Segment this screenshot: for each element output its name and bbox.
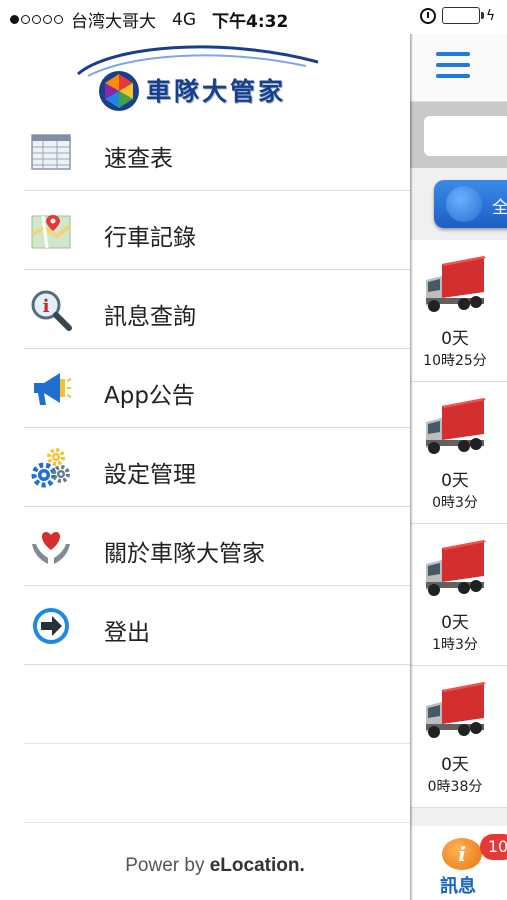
menu-item-label: 關於車隊大管家 (104, 541, 265, 567)
menu-item-quick-lookup[interactable]: 速查表 (0, 112, 410, 191)
gears-icon (30, 447, 72, 489)
messages-tab-label: 訊息 (440, 876, 476, 897)
magnifier-info-icon: i (30, 289, 72, 331)
powered-by-footer: Power by eLocation. (0, 855, 430, 877)
menu-item-label: 行車記錄 (104, 225, 196, 251)
menu-item-settings[interactable]: 設定管理 (0, 428, 410, 507)
hamburger-menu-icon[interactable] (436, 52, 470, 85)
info-bubble-icon: i (442, 838, 482, 870)
menu-item-about[interactable]: 關於車隊大管家 (0, 507, 410, 586)
truck-icon (426, 682, 486, 738)
drawer-shadow (410, 0, 413, 900)
clock: 下午4:32 (212, 12, 289, 32)
drawer-menu: 速查表 行車記錄 i 訊息查詢 App公告 設定管理 關於車隊大管家 登出 (0, 112, 410, 823)
svg-text:i: i (43, 296, 50, 317)
charging-icon: ϟ (486, 7, 496, 24)
search-input[interactable] (424, 116, 507, 156)
menu-item-label: 訊息查詢 (104, 304, 196, 330)
truck-icon (426, 540, 486, 596)
status-right: ϟ (420, 7, 495, 24)
vehicle-days: 0天 (441, 755, 469, 775)
panel-header (410, 34, 507, 102)
vehicle-duration: 1時3分 (432, 637, 478, 653)
logout-icon (30, 605, 72, 647)
side-drawer: 車隊大管家 速查表 行車記錄 i 訊息查詢 App公告 設定管理 關於車隊大管家… (0, 0, 410, 900)
show-all-button[interactable]: 全 (434, 180, 507, 228)
menu-divider-row (0, 665, 410, 744)
vehicle-duration: 0時38分 (427, 779, 483, 795)
megaphone-icon (30, 368, 72, 410)
truck-icon (426, 398, 486, 454)
menu-item-label: 設定管理 (104, 462, 196, 488)
menu-item-message-query[interactable]: i 訊息查詢 (0, 270, 410, 349)
carrier-name: 台湾大哥大 (71, 12, 156, 32)
menu-item-app-announcement[interactable]: App公告 (0, 349, 410, 428)
vehicle-duration: 10時25分 (423, 353, 487, 369)
map-pin-icon (30, 210, 72, 252)
menu-divider-row (0, 744, 410, 823)
alarm-icon (420, 7, 436, 24)
vehicle-item[interactable]: 0天 0時38分 (410, 666, 507, 808)
table-icon (30, 131, 72, 173)
vehicle-item[interactable]: 0天 10時25分 (410, 240, 507, 382)
menu-item-label: 登出 (104, 620, 150, 646)
vehicle-item[interactable]: 0天 1時3分 (410, 524, 507, 666)
search-bar (410, 102, 507, 168)
app-logo: 車隊大管家 (0, 34, 410, 112)
logo-globe-icon (99, 71, 139, 111)
status-bar: 台湾大哥大 4G 下午4:32 ϟ (0, 0, 507, 34)
vehicle-days: 0天 (441, 471, 469, 491)
logo-text: 車隊大管家 (146, 77, 287, 106)
truck-icon (426, 256, 486, 312)
vehicle-list: 0天 10時25分 0天 0時3分 0天 1時3分 0天 0時38分 (410, 240, 507, 808)
menu-item-label: 速查表 (104, 146, 173, 172)
vehicle-duration: 0時3分 (432, 495, 478, 511)
heart-hands-icon (30, 526, 72, 568)
status-left: 台湾大哥大 4G 下午4:32 (10, 7, 288, 32)
vehicle-days: 0天 (441, 613, 469, 633)
battery-icon (442, 7, 484, 24)
menu-item-logout[interactable]: 登出 (0, 586, 410, 665)
menu-item-driving-record[interactable]: 行車記錄 (0, 191, 410, 270)
vehicle-item[interactable]: 0天 0時3分 (410, 382, 507, 524)
vehicle-days: 0天 (441, 329, 469, 349)
menu-item-label: App公告 (104, 383, 195, 409)
footer-brand: eLocation. (209, 855, 305, 876)
signal-strength-icon (10, 15, 63, 24)
show-all-label: 全 (492, 198, 507, 218)
network-type: 4G (172, 9, 196, 30)
unread-badge: 10 (480, 834, 507, 860)
footer-prefix: Power by (125, 855, 210, 876)
vehicle-list-panel[interactable]: 全 0天 10時25分 0天 0時3分 0天 1時3分 0天 0時38分 i 1… (410, 0, 507, 900)
toggle-knob-icon (446, 186, 482, 222)
